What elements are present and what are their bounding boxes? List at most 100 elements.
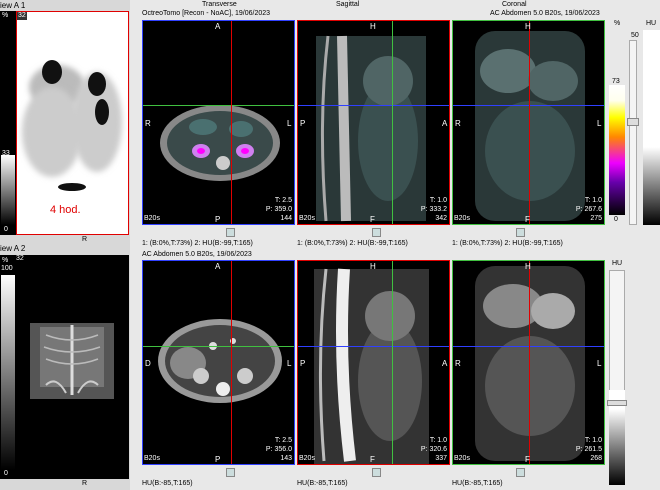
bottom-coronal-ori-right: L <box>597 359 602 368</box>
top-transverse-p: P: 359.0 <box>265 206 292 213</box>
view-a1-header: iew A 1 <box>0 1 26 10</box>
left-panel: iew A 1 % 33 0 32 4 hod. R iew A 2 % 100… <box>0 0 130 490</box>
top-info-right: AC Abdomen 5.0 B20s, 19/06/2023 <box>490 10 600 17</box>
top-scale-marker: 73 <box>612 78 620 85</box>
bottom-sagittal-p: P: 320.6 <box>420 446 447 453</box>
top-transverse-slice-slider[interactable] <box>226 228 235 237</box>
bottom-sagittal-image <box>314 268 429 464</box>
top-transverse-viewport[interactable]: A R L P T: 2.5 P: 359.0 144 B20s <box>142 20 295 225</box>
bottom-coronal-series: B20s <box>454 455 470 462</box>
top-transverse-window: 1: (B:0%,T:73%) 2: HU(B:-99,T:165) <box>142 240 253 247</box>
top-sagittal-viewport[interactable]: H P A F T: 1.0 P: 333.2 342 B20s <box>297 20 450 225</box>
top-sagittal-ori-top: H <box>370 22 376 31</box>
view-a2-scale-min: 0 <box>4 470 8 477</box>
view-a2-viewport[interactable]: 32 <box>16 255 129 479</box>
top-transverse-ori-left: R <box>145 119 151 128</box>
bottom-coronal-ori-bottom: F <box>525 455 530 464</box>
bottom-sagittal-series: B20s <box>299 455 315 462</box>
bottom-sagittal-ori-bottom: F <box>370 455 375 464</box>
bottom-coronal-window: HU(B:-85,T:165) <box>452 480 503 487</box>
top-row: Transverse Sagittal Coronal OctreoTomo [… <box>140 0 660 250</box>
top-coronal-ori-left: R <box>455 119 461 128</box>
top-hu-color-scale[interactable] <box>643 30 660 225</box>
top-pet-scale-thumb[interactable] <box>627 118 639 126</box>
bottom-sagittal-ori-left: P <box>300 359 306 368</box>
top-transverse-crosshair-h[interactable] <box>143 105 294 106</box>
view-a1-viewport[interactable]: 32 4 hod. <box>16 11 129 235</box>
bottom-transverse-ori-bottom: P <box>215 455 221 464</box>
bottom-sagittal-slice-slider[interactable] <box>372 468 381 477</box>
bottom-transverse-viewport[interactable]: A D L P T: 2.5 P: 356.0 143 B20s <box>142 260 295 465</box>
top-transverse-ori-right: L <box>287 119 292 128</box>
top-sagittal-p: P: 333.2 <box>420 206 447 213</box>
top-sagittal-image <box>316 35 426 222</box>
title-transverse: Transverse <box>202 1 237 8</box>
bottom-sagittal-slice: 337 <box>435 455 447 462</box>
bottom-hu-scale-thumb[interactable] <box>607 400 627 406</box>
top-sagittal-ori-bottom: F <box>370 215 375 224</box>
bottom-transverse-ori-left: D <box>145 359 151 368</box>
top-transverse-crosshair-v[interactable] <box>231 21 232 224</box>
view-a2-pct: % <box>2 257 9 264</box>
top-sagittal-slice: 342 <box>435 215 447 222</box>
top-sagittal-ori-left: P <box>300 119 306 128</box>
top-sagittal-crosshair-h[interactable] <box>298 105 449 106</box>
top-pet-color-scale[interactable] <box>609 85 625 215</box>
bottom-transverse-t: T: 2.5 <box>274 437 292 444</box>
top-coronal-window: 1: (B:0%,T:73%) 2: HU(B:-99,T:165) <box>452 240 563 247</box>
view-a1-color-scale[interactable] <box>1 155 15 225</box>
bottom-sagittal-ori-right: A <box>442 359 448 368</box>
top-sagittal-slice-slider[interactable] <box>372 228 381 237</box>
bottom-hu-label: HU <box>612 260 623 267</box>
bottom-transverse-ori-top: A <box>215 262 221 271</box>
bottom-coronal-crosshair-v[interactable] <box>529 261 530 464</box>
top-hu-label: HU <box>646 20 657 27</box>
top-scale-bottom: 0 <box>614 216 618 223</box>
top-coronal-crosshair-v[interactable] <box>529 21 530 224</box>
top-sagittal-ori-right: A <box>442 119 448 128</box>
bottom-coronal-p: P: 261.5 <box>575 446 602 453</box>
top-coronal-p: P: 267.6 <box>575 206 602 213</box>
top-sagittal-window: 1: (B:0%,T:73%) 2: HU(B:-99,T:165) <box>297 240 408 247</box>
spect-mip-image <box>22 60 122 191</box>
top-coronal-t: T: 1.0 <box>584 197 602 204</box>
top-transverse-slice: 144 <box>280 215 292 222</box>
bottom-transverse-slice-slider[interactable] <box>226 468 235 477</box>
view-a2-scale-max: 100 <box>1 265 13 272</box>
title-sagittal: Sagittal <box>336 1 360 8</box>
view-a2-header: iew A 2 <box>0 244 26 253</box>
top-transverse-image <box>160 105 280 181</box>
bottom-sagittal-crosshair-h[interactable] <box>298 346 449 347</box>
top-pct-label: % <box>614 20 621 27</box>
bottom-coronal-slice: 268 <box>590 455 602 462</box>
top-coronal-viewport[interactable]: H R L F T: 1.0 P: 267.6 275 B20s <box>452 20 605 225</box>
bottom-transverse-crosshair-v[interactable] <box>231 261 232 464</box>
top-sagittal-t: T: 1.0 <box>429 197 447 204</box>
bottom-transverse-slice: 143 <box>280 455 292 462</box>
bottom-transverse-series: B20s <box>144 455 160 462</box>
view-a2-footer: R <box>82 480 88 487</box>
bottom-sagittal-crosshair-v[interactable] <box>392 261 393 464</box>
top-transverse-t: T: 2.5 <box>274 197 292 204</box>
view-a1-scale-mid: 33 <box>2 150 10 157</box>
bottom-coronal-ori-left: R <box>455 359 461 368</box>
top-coronal-series: B20s <box>454 215 470 222</box>
top-scale-top: 50 <box>631 32 639 39</box>
top-coronal-slice-slider[interactable] <box>516 228 525 237</box>
bottom-coronal-viewport[interactable]: H R L F T: 1.0 P: 261.5 268 B20s <box>452 260 605 465</box>
bottom-transverse-crosshair-h[interactable] <box>143 346 294 347</box>
title-coronal: Coronal <box>502 1 527 8</box>
top-sagittal-crosshair-v[interactable] <box>392 21 393 224</box>
view-a2-color-scale[interactable] <box>1 275 15 470</box>
ct-mip-image <box>30 323 114 399</box>
bottom-coronal-slice-slider[interactable] <box>516 468 525 477</box>
bottom-transverse-ori-right: L <box>287 359 292 368</box>
top-transverse-ori-top: A <box>215 22 221 31</box>
top-coronal-ori-top: H <box>525 22 531 31</box>
top-coronal-ori-right: L <box>597 119 602 128</box>
top-pet-scale-track[interactable] <box>629 40 637 225</box>
bottom-coronal-t: T: 1.0 <box>584 437 602 444</box>
bottom-sagittal-viewport[interactable]: H P A F T: 1.0 P: 320.6 337 B20s <box>297 260 450 465</box>
top-info-left: OctreoTomo [Recon - NoAC], 19/06/2023 <box>142 10 271 17</box>
top-coronal-slice: 275 <box>590 215 602 222</box>
